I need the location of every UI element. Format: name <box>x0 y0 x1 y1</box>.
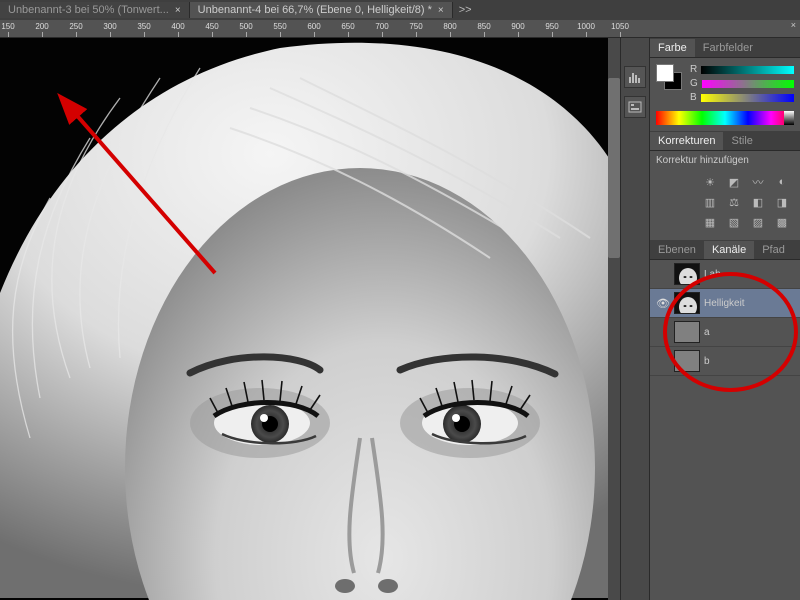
right-panel-stack: Farbe Farbfelder R G B Korrekturen Stile… <box>650 38 800 600</box>
tab-overflow-button[interactable]: >> <box>453 4 478 16</box>
channel-label: b <box>704 356 710 367</box>
ruler-label: 300 <box>103 22 116 31</box>
color-panel: R G B <box>650 58 800 109</box>
exposure-icon[interactable]: ◐ <box>774 175 790 189</box>
channel-label: Helligkeit <box>704 298 745 309</box>
foreground-background-swatches[interactable] <box>656 64 684 92</box>
ruler-label: 950 <box>545 22 558 31</box>
ruler-label: 1050 <box>611 22 629 31</box>
ruler-label: 450 <box>205 22 218 31</box>
ruler-label: 500 <box>239 22 252 31</box>
channel-thumbnail <box>674 321 700 343</box>
channels-panel: Lab 👁 Helligkeit a b <box>650 260 800 600</box>
tab-kanaele[interactable]: Kanäle <box>704 241 754 259</box>
channel-thumbnail <box>674 263 700 285</box>
close-icon[interactable]: × <box>438 5 444 16</box>
label-g: G <box>690 78 698 89</box>
curves-icon[interactable]: 〰 <box>750 175 766 189</box>
ruler-label: 400 <box>171 22 184 31</box>
ruler-label: 350 <box>137 22 150 31</box>
visibility-toggle[interactable] <box>656 325 670 339</box>
label-r: R <box>690 64 697 75</box>
slider-g[interactable] <box>702 80 794 88</box>
channel-label: Lab <box>704 269 721 280</box>
collapsed-panel-dock <box>620 38 650 600</box>
adjustments-panel: Korrektur hinzufügen ☀ ◩ 〰 ◐ ▥ ⚖ ◧ ◨ ▦ ▧… <box>650 151 800 240</box>
ruler-label: 200 <box>35 22 48 31</box>
ruler-label: 250 <box>69 22 82 31</box>
ruler-label: 550 <box>273 22 286 31</box>
tab-stile[interactable]: Stile <box>723 132 760 150</box>
adjustments-heading: Korrektur hinzufügen <box>656 155 794 166</box>
ruler-label: 1000 <box>577 22 595 31</box>
channel-row[interactable]: b <box>650 347 800 376</box>
tab-farbfelder[interactable]: Farbfelder <box>695 39 761 57</box>
hue-sat-icon[interactable]: ⚖ <box>726 195 742 209</box>
ruler-label: 900 <box>511 22 524 31</box>
tab-label: Unbenannt-4 bei 66,7% (Ebene 0, Helligke… <box>198 4 432 16</box>
bw-icon[interactable]: ◨ <box>774 195 790 209</box>
channel-thumbnail <box>674 350 700 372</box>
ruler-label: 700 <box>375 22 388 31</box>
tab-korrekturen[interactable]: Korrekturen <box>650 132 723 150</box>
document-canvas[interactable] <box>0 38 620 600</box>
scrollbar-thumb[interactable] <box>608 78 620 258</box>
ruler-label: 800 <box>443 22 456 31</box>
photo-filter-icon[interactable]: ▦ <box>702 215 718 229</box>
close-icon[interactable]: × <box>791 20 796 30</box>
channel-row[interactable]: Lab <box>650 260 800 289</box>
vertical-scrollbar[interactable] <box>608 38 620 600</box>
tab-label: Unbenannt-3 bei 50% (Tonwert... <box>8 4 169 16</box>
document-tab[interactable]: Unbenannt-4 bei 66,7% (Ebene 0, Helligke… <box>190 2 453 18</box>
properties-icon[interactable] <box>624 96 646 118</box>
visibility-toggle[interactable] <box>656 354 670 368</box>
ruler-label: 150 <box>1 22 14 31</box>
color-spectrum-bar[interactable] <box>656 111 794 125</box>
lookup-icon[interactable]: ▨ <box>750 215 766 229</box>
channel-label: a <box>704 327 710 338</box>
tab-ebenen[interactable]: Ebenen <box>650 241 704 259</box>
slider-r[interactable] <box>701 66 794 74</box>
invert-icon[interactable]: ▩ <box>774 215 790 229</box>
levels-icon[interactable]: ◩ <box>726 175 742 189</box>
document-tab-bar: Unbenannt-3 bei 50% (Tonwert... × Unbena… <box>0 0 800 20</box>
visibility-toggle[interactable]: 👁 <box>656 296 670 310</box>
ruler-label: 650 <box>341 22 354 31</box>
horizontal-ruler: × 150 200 250 300 350 400 450 500 550 600 650 700 75… <box>0 20 800 38</box>
close-icon[interactable]: × <box>175 5 181 16</box>
ruler-label: 850 <box>477 22 490 31</box>
visibility-toggle[interactable] <box>656 267 670 281</box>
channel-row[interactable]: 👁 Helligkeit <box>650 289 800 318</box>
color-panel-tabs: Farbe Farbfelder <box>650 38 800 58</box>
color-balance-icon[interactable]: ◧ <box>750 195 766 209</box>
adjust-panel-tabs: Korrekturen Stile <box>650 131 800 151</box>
canvas-image <box>0 38 620 600</box>
tab-farbe[interactable]: Farbe <box>650 39 695 57</box>
vibrance-icon[interactable]: ▥ <box>702 195 718 209</box>
slider-b[interactable] <box>701 94 794 102</box>
ruler-label: 750 <box>409 22 422 31</box>
ruler-label: 600 <box>307 22 320 31</box>
layers-panel-tabs: Ebenen Kanäle Pfad <box>650 240 800 260</box>
document-tab[interactable]: Unbenannt-3 bei 50% (Tonwert... × <box>0 2 190 18</box>
histogram-icon[interactable] <box>624 66 646 88</box>
tab-pfade[interactable]: Pfad <box>754 241 793 259</box>
channel-thumbnail <box>674 292 700 314</box>
channel-row[interactable]: a <box>650 318 800 347</box>
label-b: B <box>690 92 697 103</box>
brightness-icon[interactable]: ☀ <box>702 175 718 189</box>
channel-mixer-icon[interactable]: ▧ <box>726 215 742 229</box>
